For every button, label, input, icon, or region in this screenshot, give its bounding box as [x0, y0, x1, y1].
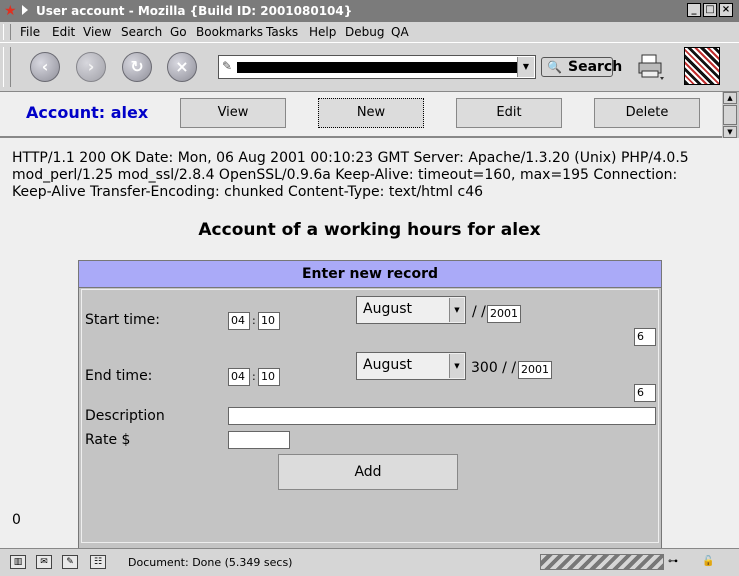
menu-tasks[interactable]: Tasks: [266, 24, 298, 40]
top-frame-scrollbar[interactable]: ▲ ▼: [722, 92, 739, 138]
printer-icon[interactable]: [638, 51, 666, 83]
description-input[interactable]: [228, 407, 656, 425]
navigator-icon[interactable]: ▥: [10, 555, 26, 569]
maximize-button[interactable]: □: [703, 3, 717, 17]
menubar-grip[interactable]: [3, 24, 11, 40]
addressbook-icon[interactable]: ☷: [90, 555, 106, 569]
toolbar-grip[interactable]: [3, 47, 11, 87]
menu-view[interactable]: View: [83, 24, 111, 40]
rate-input[interactable]: [228, 431, 290, 449]
start-month-value: August: [363, 301, 412, 317]
delete-button[interactable]: Delete: [594, 98, 700, 128]
status-text: Document: Done (5.349 secs): [128, 556, 293, 569]
record-count: 0: [12, 512, 21, 528]
url-input[interactable]: ✎ ▼: [218, 55, 536, 79]
scroll-down-icon[interactable]: ▼: [723, 126, 737, 138]
search-button-label: Search: [568, 59, 623, 75]
menu-file[interactable]: File: [20, 24, 40, 40]
end-hour-input[interactable]: 04: [228, 368, 250, 386]
menu-bookmarks[interactable]: Bookmarks: [196, 24, 263, 40]
menu-help[interactable]: Help: [309, 24, 336, 40]
description-label: Description: [85, 408, 165, 424]
scroll-thumb[interactable]: [723, 105, 737, 125]
end-year-input[interactable]: 2001: [518, 361, 552, 379]
mozilla-throbber-icon[interactable]: [684, 47, 720, 85]
content-area: Account: alex View New Edit Delete ▲ ▼ H…: [0, 92, 739, 550]
window-menu-arrow-icon[interactable]: [22, 5, 28, 15]
top-frame: Account: alex View New Edit Delete: [0, 92, 722, 138]
page-heading: Account of a working hours for alex: [198, 220, 541, 240]
menu-search[interactable]: Search: [121, 24, 162, 40]
start-date-separator: / /: [472, 304, 486, 320]
minimize-button[interactable]: _: [687, 3, 701, 17]
end-colon: :: [252, 370, 256, 383]
mozilla-star-icon[interactable]: ★: [4, 3, 17, 19]
end-month-value: August: [363, 357, 412, 373]
scroll-up-icon[interactable]: ▲: [723, 92, 737, 104]
end-time-label: End time:: [85, 368, 153, 384]
back-arrow-icon[interactable]: ‹: [30, 52, 60, 82]
stop-icon[interactable]: ×: [167, 52, 197, 82]
chevron-down-icon: ▼: [449, 354, 464, 378]
start-minute-input[interactable]: 10: [258, 312, 280, 330]
start-time-label: Start time:: [85, 312, 160, 328]
menu-qa[interactable]: QA: [391, 24, 409, 40]
page-proxy-icon[interactable]: ✎: [222, 59, 232, 73]
form-header: Enter new record: [79, 261, 661, 288]
status-bar: ▥ ✉ ✎ ☷ Document: Done (5.349 secs) ⊶ 🔓: [0, 548, 739, 576]
end-date-separator: 300 / /: [471, 360, 517, 376]
lock-icon[interactable]: 🔓: [702, 555, 716, 569]
view-button[interactable]: View: [180, 98, 286, 128]
new-record-form: Enter new record Start time: 04 : 10 Aug…: [78, 260, 662, 550]
redacted-url: [237, 62, 523, 73]
search-button[interactable]: 🔍 Search: [541, 57, 622, 77]
progress-meter: [540, 554, 664, 570]
search-icon: 🔍: [547, 60, 562, 74]
account-title: Account: alex: [26, 103, 149, 122]
connection-icon: ⊶: [668, 556, 678, 567]
start-month-select[interactable]: August ▼: [356, 296, 466, 324]
menu-go[interactable]: Go: [170, 24, 187, 40]
url-dropdown-icon[interactable]: ▼: [517, 57, 534, 77]
main-frame: HTTP/1.1 200 OK Date: Mon, 06 Aug 2001 0…: [0, 138, 739, 550]
mail-icon[interactable]: ✉: [36, 555, 52, 569]
reload-icon[interactable]: ↻: [122, 52, 152, 82]
end-month-select[interactable]: August ▼: [356, 352, 466, 380]
start-colon: :: [252, 314, 256, 327]
http-header-text: HTTP/1.1 200 OK Date: Mon, 06 Aug 2001 0…: [12, 150, 689, 200]
navigation-toolbar: ‹ › ↻ × ✎ ▼ 🔍 Search: [0, 42, 739, 92]
start-day-input[interactable]: 6: [634, 328, 656, 346]
chevron-down-icon: ▼: [449, 298, 464, 322]
forward-arrow-icon[interactable]: ›: [76, 52, 106, 82]
add-button[interactable]: Add: [278, 454, 458, 490]
start-year-input[interactable]: 2001: [487, 305, 521, 323]
menu-edit[interactable]: Edit: [52, 24, 75, 40]
end-minute-input[interactable]: 10: [258, 368, 280, 386]
window-title: User account - Mozilla {Build ID: 200108…: [36, 4, 353, 18]
rate-label: Rate $: [85, 432, 131, 448]
close-button[interactable]: ×: [719, 3, 733, 17]
browser-window: ★ User account - Mozilla {Build ID: 2001…: [0, 0, 739, 576]
new-button[interactable]: New: [318, 98, 424, 128]
title-bar: ★ User account - Mozilla {Build ID: 2001…: [0, 0, 739, 22]
menu-debug[interactable]: Debug: [345, 24, 384, 40]
start-hour-input[interactable]: 04: [228, 312, 250, 330]
composer-icon[interactable]: ✎: [62, 555, 78, 569]
form-body: Start time: 04 : 10 August ▼ / / 2001 6 …: [81, 289, 659, 543]
end-day-input[interactable]: 6: [634, 384, 656, 402]
menu-bar: File Edit View Search Go Bookmarks Tasks…: [0, 22, 739, 42]
edit-button[interactable]: Edit: [456, 98, 562, 128]
